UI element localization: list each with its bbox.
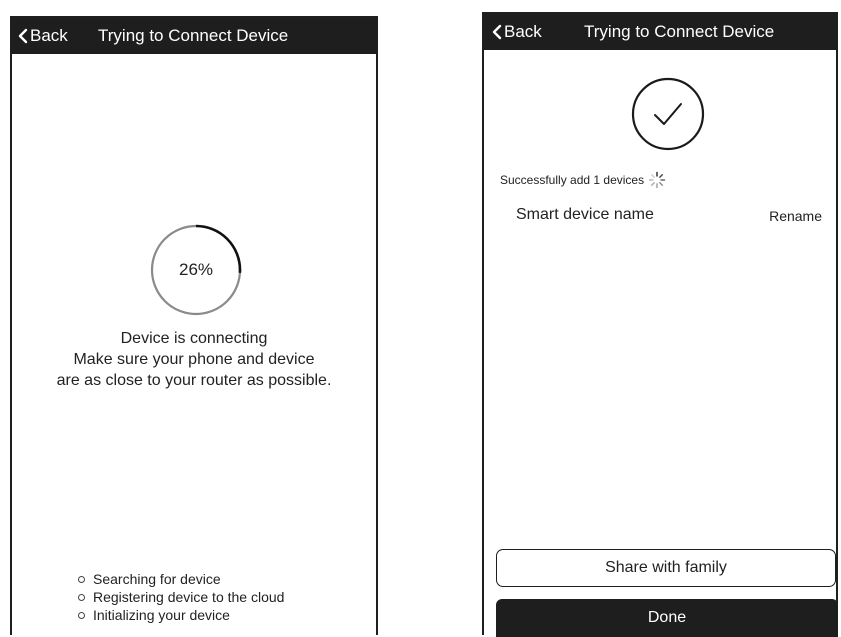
nav-bar: Back Trying to Connect Device [484, 14, 836, 50]
step-label: Initializing your device [93, 607, 230, 623]
list-item: Initializing your device [78, 606, 284, 624]
status-hint-line-2: are as close to your router as possible. [56, 372, 332, 389]
done-button[interactable]: Done [496, 599, 838, 637]
rename-button[interactable]: Rename [769, 208, 822, 224]
status-heading: Device is connecting [120, 330, 268, 347]
success-screen: Back Trying to Connect Device Successful… [482, 12, 838, 637]
success-text: Successfully add 1 devices [500, 173, 645, 187]
back-button[interactable]: Back [18, 18, 68, 54]
chevron-left-icon [18, 28, 28, 44]
success-message: Successfully add 1 devices [500, 171, 666, 189]
chevron-left-icon [492, 24, 502, 40]
status-hint-line-1: Make sure your phone and device [73, 351, 315, 368]
loading-spinner-icon [648, 171, 666, 189]
progress-percent: 26% [178, 260, 214, 279]
step-label: Searching for device [93, 571, 221, 587]
connecting-screen: Back Trying to Connect Device 26% Device… [10, 16, 378, 635]
connection-steps-list: Searching for device Registering device … [78, 570, 284, 624]
circle-bullet-icon [78, 611, 85, 619]
check-circle-icon [631, 77, 705, 151]
list-item: Registering device to the cloud [78, 588, 284, 606]
step-label: Registering device to the cloud [93, 589, 285, 605]
page-title: Trying to Connect Device [584, 22, 775, 41]
device-name: Smart device name [516, 206, 654, 223]
back-button[interactable]: Back [492, 14, 542, 50]
list-item: Searching for device [78, 570, 284, 588]
page-title: Trying to Connect Device [98, 26, 289, 45]
back-label: Back [30, 26, 68, 45]
nav-bar: Back Trying to Connect Device [12, 18, 376, 54]
back-label: Back [504, 22, 542, 41]
share-with-family-button[interactable]: Share with family [496, 549, 836, 587]
circle-bullet-icon [78, 575, 85, 583]
circle-bullet-icon [78, 593, 85, 601]
